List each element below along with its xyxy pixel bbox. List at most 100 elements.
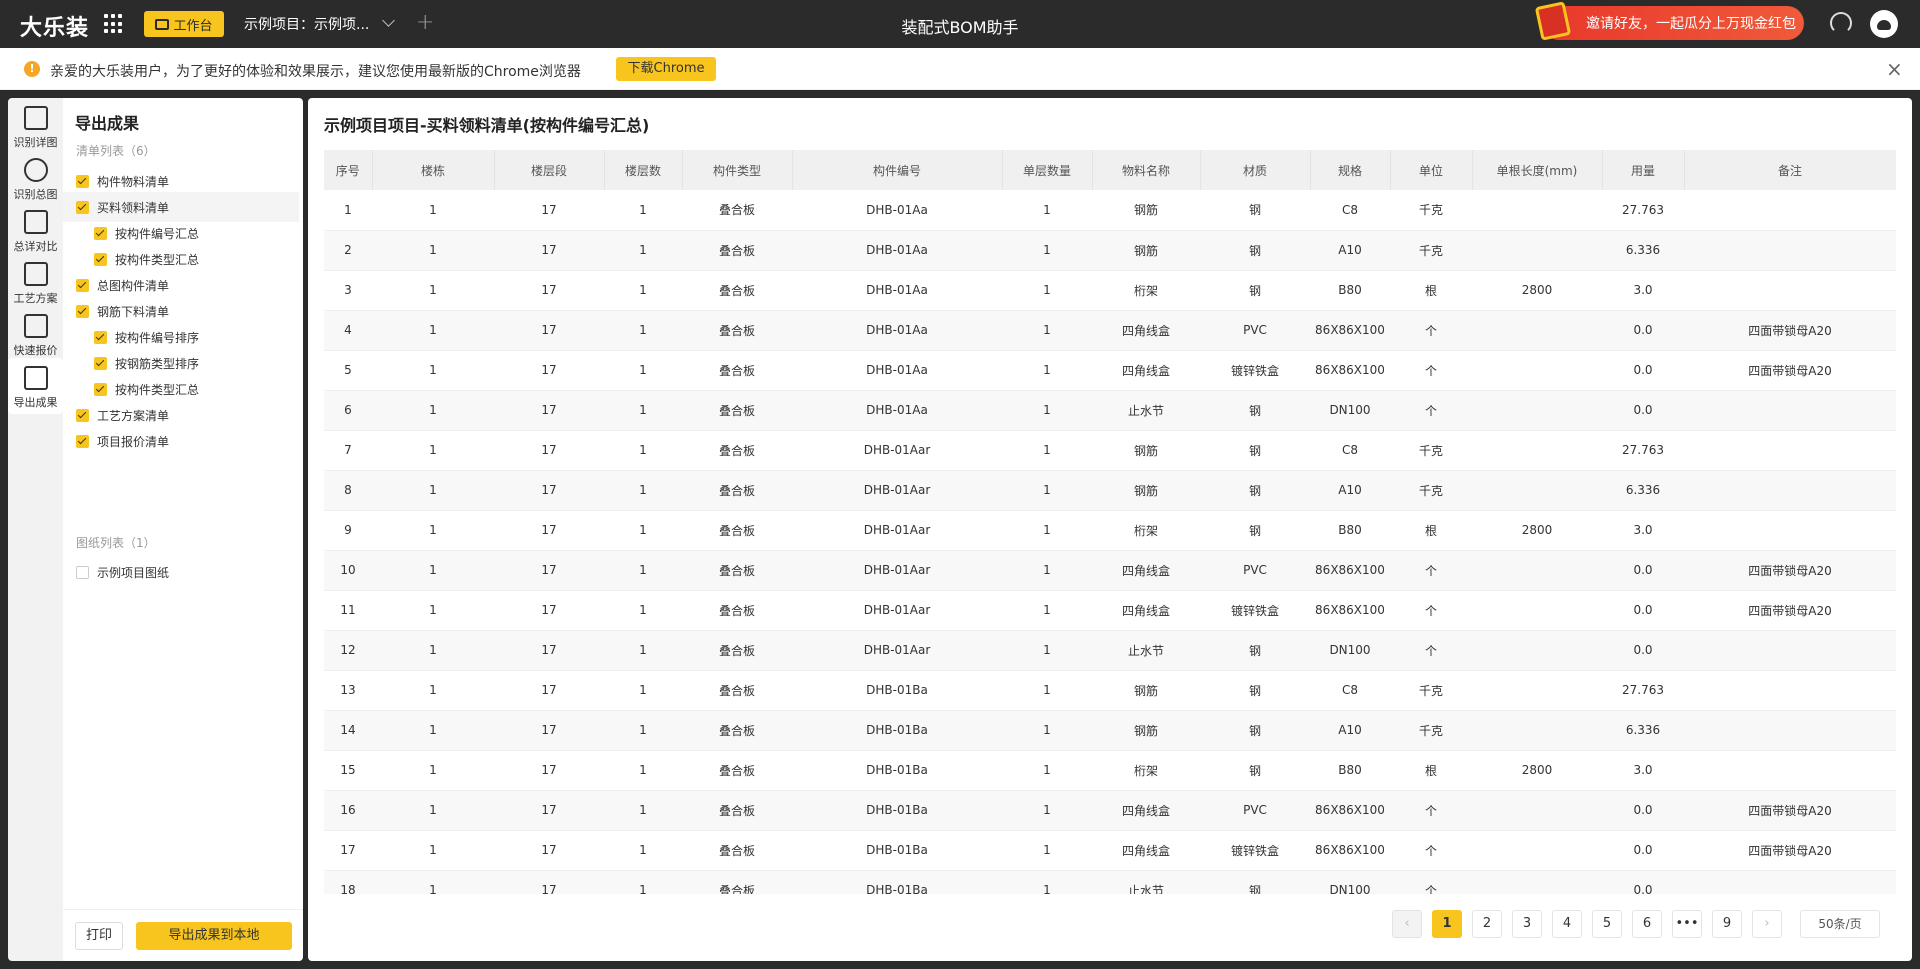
table-cell: 叠合板	[682, 710, 792, 751]
close-icon[interactable]: ×	[1886, 57, 1903, 81]
add-tab-icon[interactable]: +	[416, 10, 434, 35]
download-chrome-button[interactable]: 下载Chrome	[616, 57, 716, 81]
table-row[interactable]: 8 1 17 1 叠合板 DHB-01Aar 1 钢筋钢 A10 千克 6.336	[324, 470, 1896, 511]
table-row[interactable]: 17 1 17 1 叠合板 DHB-01Ba 1 四角线盒 镀锌铁盒 86X86X100 个 0.0 四…	[324, 830, 1896, 871]
column-header: 单根长度(mm)	[1472, 150, 1603, 190]
rail-item-export[interactable]: 导出成果	[8, 358, 63, 414]
rail-item-quote[interactable]: 快速报价	[8, 306, 63, 362]
column-header: 单层数量	[1002, 150, 1093, 190]
app-logo[interactable]: 大乐装	[20, 10, 89, 42]
rail-item-detail[interactable]: 识别详图	[8, 98, 63, 154]
table-cell	[1684, 230, 1896, 271]
table-cell: 四面带锁母A20	[1684, 350, 1896, 391]
chevron-down-icon[interactable]	[382, 14, 395, 27]
table-header-row: 序号 楼栋 楼层段 楼层数 构件类型 构件编号 单层数量 物料名称 材质 规格 单位 单根长度(mm)…	[324, 150, 1896, 190]
table-cell: 0.0	[1602, 390, 1684, 431]
checkbox[interactable]	[76, 200, 89, 214]
table-cell: 钢	[1200, 670, 1310, 711]
table-row[interactable]: 5 1 17 1 叠合板 DHB-01Aa 1 四角线盒 镀锌铁盒 86X86X100 个 0.0 四面…	[324, 350, 1896, 391]
page-button[interactable]: 2	[1472, 910, 1502, 938]
table-row[interactable]: 7 1 17 1 叠合板 DHB-01Aar 1 钢筋钢 C8 千克 27.763	[324, 430, 1896, 471]
table-cell: 0.0	[1602, 590, 1684, 631]
export-local-button[interactable]: 导出成果到本地	[136, 922, 292, 950]
table-cell: 钢	[1200, 510, 1310, 551]
checkbox[interactable]	[76, 304, 89, 318]
top-bar: 大乐装 工作台 示例项目：示例项... + 装配式BOM助手 邀请好友，一起瓜分…	[0, 0, 1920, 48]
table-row[interactable]: 10 1 17 1 叠合板 DHB-01Aar 1 四角线盒 PVC 86X86X100 个 0.0 四…	[324, 550, 1896, 591]
table-cell: 0.0	[1602, 830, 1684, 871]
table-row[interactable]: 3 1 17 1 叠合板 DHB-01Aa 1 桁架钢 B80 根 2800 3.0	[324, 270, 1896, 311]
table-cell: DHB-01Aar	[792, 590, 1002, 631]
rail-item-process[interactable]: 工艺方案	[8, 254, 63, 310]
page-button[interactable]: 5	[1592, 910, 1622, 938]
table-cell: 镀锌铁盒	[1200, 590, 1310, 631]
table-cell: 四面带锁母A20	[1684, 310, 1896, 351]
checkbox[interactable]	[94, 382, 107, 396]
table-cell: 1	[1002, 190, 1092, 231]
table-row[interactable]: 1 1 17 1 叠合板 DHB-01Aa 1 钢筋钢 C8 千克 27.763	[324, 190, 1896, 231]
next-page-button[interactable]: ›	[1752, 910, 1782, 938]
checkbox[interactable]	[76, 565, 89, 579]
table-cell: 钢	[1200, 630, 1310, 671]
print-button[interactable]: 打印	[75, 922, 123, 950]
page-ellipsis[interactable]: •••	[1672, 910, 1702, 938]
checkbox[interactable]	[76, 408, 89, 422]
drawing-item[interactable]: 示例项目图纸	[63, 557, 299, 587]
drawing-section-label: 图纸列表（1）	[76, 536, 156, 550]
table-cell: 四角线盒	[1092, 310, 1200, 351]
prev-page-button[interactable]: ‹	[1392, 910, 1422, 938]
page-button[interactable]: 4	[1552, 910, 1582, 938]
table-cell: 4	[324, 310, 372, 351]
table-cell: DHB-01Aar	[792, 630, 1002, 671]
rail-item-compare[interactable]: 总详对比	[8, 202, 63, 258]
table-row[interactable]: 16 1 17 1 叠合板 DHB-01Ba 1 四角线盒 PVC 86X86X100 个 0.0 四面…	[324, 790, 1896, 831]
page-button[interactable]: 6	[1632, 910, 1662, 938]
list-item-label: 按构件类型汇总	[115, 252, 200, 267]
checkbox[interactable]	[94, 356, 107, 370]
checkbox[interactable]	[94, 226, 107, 240]
table-cell	[1472, 190, 1602, 231]
table-row[interactable]: 4 1 17 1 叠合板 DHB-01Aa 1 四角线盒 PVC 86X86X100 个 0.0 四面带…	[324, 310, 1896, 351]
project-selector[interactable]: 示例项目：示例项...	[244, 14, 369, 34]
list-item[interactable]: 项目报价清单	[63, 426, 299, 456]
table-row[interactable]: 18 1 17 1 叠合板 DHB-01Ba 1 止水节钢 DN100 个 0.0	[324, 870, 1896, 894]
table-row[interactable]: 14 1 17 1 叠合板 DHB-01Ba 1 钢筋钢 A10 千克 6.336	[324, 710, 1896, 751]
page-button[interactable]: 9	[1712, 910, 1742, 938]
apps-grid-icon[interactable]	[104, 14, 124, 34]
checkbox[interactable]	[94, 330, 107, 344]
list-item-label: 按构件编号排序	[115, 330, 200, 345]
checkbox[interactable]	[76, 434, 89, 448]
page-button[interactable]: 3	[1512, 910, 1542, 938]
checkbox[interactable]	[76, 174, 89, 188]
table-cell: 钢	[1200, 870, 1310, 894]
workbench-button[interactable]: 工作台	[144, 11, 224, 37]
table-row[interactable]: 9 1 17 1 叠合板 DHB-01Aar 1 桁架钢 B80 根 2800 3.0	[324, 510, 1896, 551]
checkbox[interactable]	[76, 278, 89, 292]
table-row[interactable]: 12 1 17 1 叠合板 DHB-01Aar 1 止水节钢 DN100 个 0.0	[324, 630, 1896, 671]
table-cell: 17	[494, 270, 604, 311]
table-cell: 0.0	[1602, 630, 1684, 671]
table-cell: 1	[1002, 350, 1092, 391]
table-row[interactable]: 13 1 17 1 叠合板 DHB-01Ba 1 钢筋钢 C8 千克 27.763	[324, 670, 1896, 711]
table-cell: 四角线盒	[1092, 790, 1200, 831]
checkbox[interactable]	[94, 252, 107, 266]
table-cell: 钢	[1200, 430, 1310, 471]
table-row[interactable]: 6 1 17 1 叠合板 DHB-01Aa 1 止水节钢 DN100 个 0.0	[324, 390, 1896, 431]
table-row[interactable]: 11 1 17 1 叠合板 DHB-01Aar 1 四角线盒 镀锌铁盒 86X86X100 个 0.0…	[324, 590, 1896, 631]
page-size-select[interactable]: 50条/页	[1800, 910, 1880, 938]
invite-banner-button[interactable]: 邀请好友，一起瓜分上万现金红包	[1542, 6, 1804, 40]
page-button[interactable]: 1	[1432, 910, 1462, 938]
table-row[interactable]: 15 1 17 1 叠合板 DHB-01Ba 1 桁架钢 B80 根 2800 3.0	[324, 750, 1896, 791]
monitor-icon	[155, 18, 170, 30]
table-row[interactable]: 2 1 17 1 叠合板 DHB-01Aa 1 钢筋钢 A10 千克 6.336	[324, 230, 1896, 271]
table-cell: 1	[604, 710, 682, 751]
table-cell	[1472, 350, 1602, 391]
rail-item-overview[interactable]: 识别总图	[8, 150, 63, 206]
table-cell: 17	[494, 230, 604, 271]
avatar[interactable]	[1870, 10, 1898, 38]
table-cell: 1	[1002, 830, 1092, 871]
table-cell: 1	[372, 710, 494, 751]
headset-icon[interactable]	[1830, 12, 1852, 34]
bom-table-scroll[interactable]: 序号 楼栋 楼层段 楼层数 构件类型 构件编号 单层数量 物料名称 材质 规格 单位 单根长度(mm)…	[324, 150, 1896, 894]
page-title: 示例项目项目-买料领料清单(按构件编号汇总)	[324, 116, 650, 135]
